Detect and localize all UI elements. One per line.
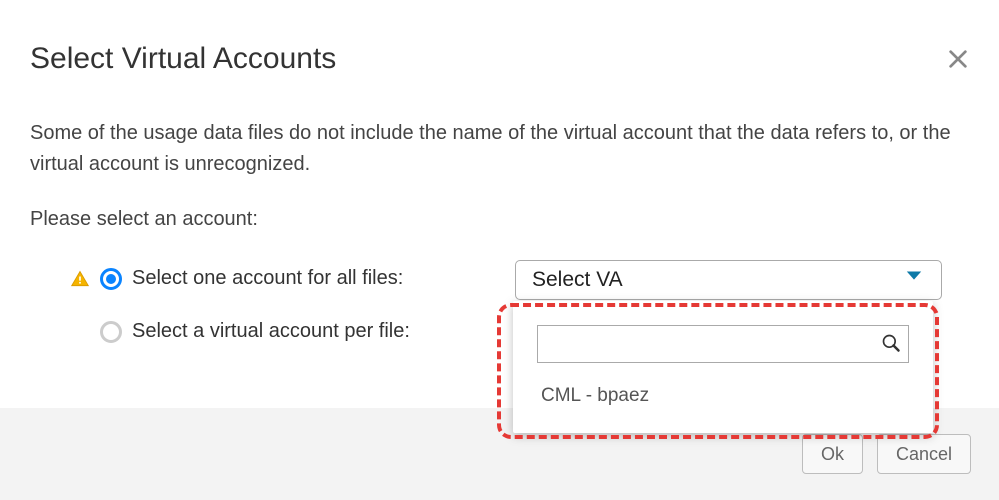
- radio-per-file-label: Select a virtual account per file:: [132, 320, 410, 343]
- search-icon: [881, 333, 901, 358]
- dialog-description: Some of the usage data files do not incl…: [30, 118, 969, 180]
- radio-row-per-file: Select a virtual account per file:: [70, 320, 410, 343]
- radio-row-all-files: Select one account for all files:: [70, 267, 403, 290]
- select-placeholder: Select VA: [532, 268, 623, 292]
- dropdown-search-input[interactable]: [537, 325, 909, 363]
- dropdown-search-wrap: [537, 325, 909, 363]
- close-icon[interactable]: [947, 48, 969, 70]
- ok-button[interactable]: Ok: [802, 434, 863, 474]
- select-account-prompt: Please select an account:: [30, 208, 258, 231]
- warning-icon: [70, 269, 90, 289]
- chevron-down-icon: [905, 269, 923, 288]
- virtual-account-select[interactable]: Select VA: [515, 260, 942, 300]
- radio-all-files-label: Select one account for all files:: [132, 267, 403, 290]
- virtual-account-dropdown: CML - bpaez: [513, 301, 933, 433]
- select-virtual-accounts-dialog: Select Virtual Accounts Some of the usag…: [0, 0, 999, 500]
- dropdown-item[interactable]: CML - bpaez: [527, 377, 919, 415]
- radio-per-file[interactable]: [100, 321, 122, 343]
- dialog-title: Select Virtual Accounts: [30, 42, 336, 76]
- cancel-button[interactable]: Cancel: [877, 434, 971, 474]
- radio-all-files[interactable]: [100, 268, 122, 290]
